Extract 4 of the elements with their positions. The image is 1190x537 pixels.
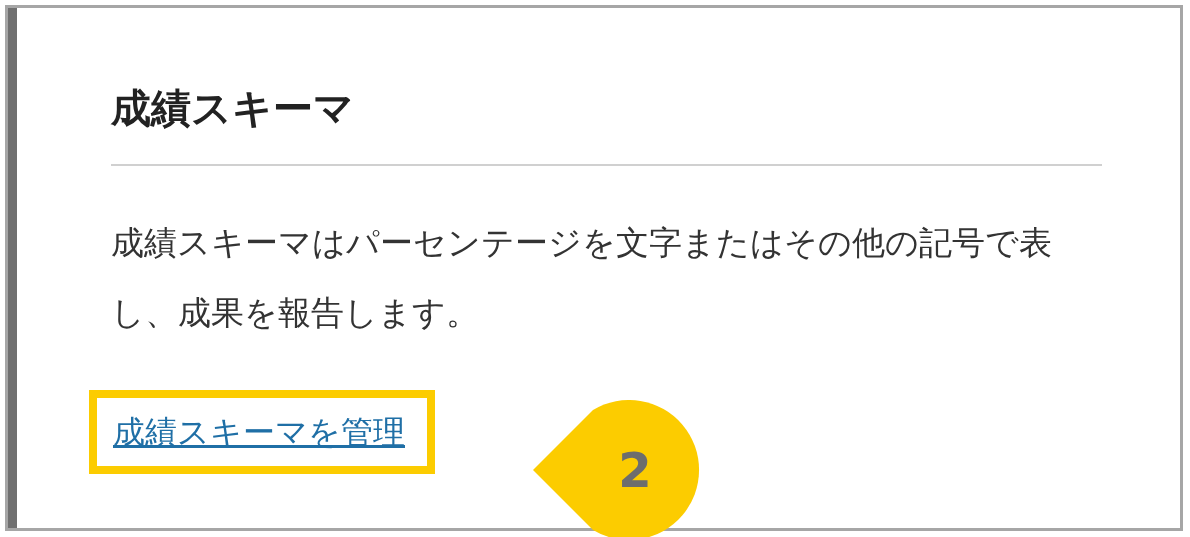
panel-title: 成績スキーマ [110,84,355,133]
manage-link[interactable]: 成績スキーマを管理 [89,390,435,474]
description-text: 成績スキーマはパーセンテージを文字またはその他の記号で表し、成果を報告します。 [111,222,1053,334]
callout-number: 2 [617,441,653,500]
